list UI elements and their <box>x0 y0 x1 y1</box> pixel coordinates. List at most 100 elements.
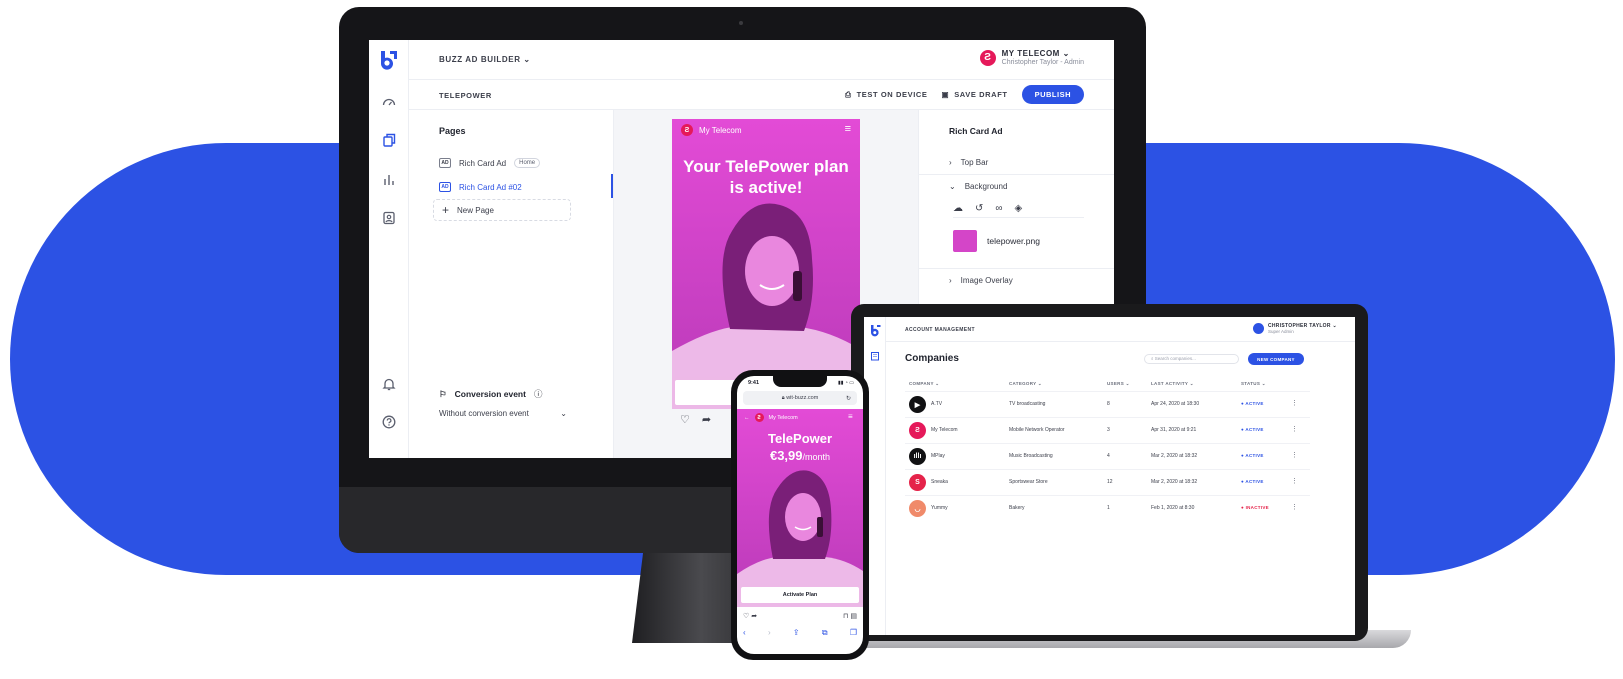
cell-users: 12 <box>1107 479 1113 485</box>
company-logo-icon: ◡ <box>909 500 926 517</box>
bell-icon[interactable] <box>381 376 397 392</box>
new-company-button[interactable]: NEW COMPANY <box>1248 353 1304 365</box>
more-options-icon[interactable]: ⋮ <box>1291 399 1298 407</box>
back-arrow-icon[interactable]: ← <box>744 415 750 421</box>
tabs-icon[interactable]: ❐ <box>850 628 857 638</box>
lock-icon: 🔒︎ <box>781 394 785 401</box>
cell-company: A.TV <box>931 401 943 407</box>
page-item-02[interactable]: AD Rich Card Ad #02 <box>439 182 522 192</box>
camera-dot <box>739 21 743 25</box>
buzz-logo-icon <box>380 51 397 70</box>
file-name: telepower.png <box>987 236 1040 246</box>
telecom-logo-icon: Ƨ <box>681 124 693 136</box>
share-icon[interactable]: ⇪ <box>793 628 800 638</box>
column-header-company[interactable]: COMPANY ⌄ <box>909 381 939 387</box>
column-header-last-activity[interactable]: LAST ACTIVITY ⌄ <box>1151 381 1194 387</box>
forward-icon[interactable]: › <box>768 628 771 638</box>
chevron-down-icon: ⌄ <box>1062 49 1070 58</box>
pages-heading: Pages <box>439 126 466 136</box>
dashboard-gauge-icon[interactable] <box>381 94 397 110</box>
more-options-icon[interactable]: ⋮ <box>1291 477 1298 485</box>
cell-last-activity: Apr 31, 2020 at 9:21 <box>1151 427 1197 433</box>
analytics-bars-icon[interactable] <box>381 172 397 188</box>
project-name: TELEPOWER <box>439 91 492 100</box>
heart-icon[interactable]: ♡ <box>680 413 690 426</box>
cell-company: MPlay <box>931 453 945 459</box>
save-icon: ▣ <box>941 90 950 99</box>
active-page-marker <box>611 174 613 198</box>
top-bar: BUZZ AD BUILDER ⌄ Ƨ MY TELECOM ⌄ Christo… <box>409 40 1114 80</box>
contacts-card-icon[interactable] <box>381 210 397 226</box>
product-showcase: BUZZ AD BUILDER ⌄ Ƨ MY TELECOM ⌄ Christo… <box>0 0 1623 679</box>
plus-icon: + <box>442 203 450 217</box>
reload-icon[interactable]: ↻ <box>846 395 851 402</box>
background-source-tabs: ☁ ↺ ∞ ◈ <box>953 203 1022 214</box>
divider <box>919 174 1114 175</box>
more-options-icon[interactable]: ⋮ <box>1291 503 1298 511</box>
upload-cloud-icon[interactable]: ☁ <box>953 203 963 214</box>
account-menu[interactable]: CHRISTOPHER TAYLOR ⌄ Super Admin <box>1252 323 1337 334</box>
ad-social-icons: ♡ ➦ <box>680 413 711 426</box>
fill-bucket-icon[interactable]: ◈ <box>1015 203 1023 214</box>
back-icon[interactable]: ‹ <box>743 628 746 638</box>
cell-category: Mobile Network Operator <box>1009 427 1065 433</box>
column-header-status[interactable]: STATUS ⌄ <box>1241 381 1266 387</box>
ad-page-icon: AD <box>439 158 451 168</box>
building-icon[interactable] <box>870 351 880 361</box>
phone-notch <box>773 376 827 387</box>
chevron-down-icon: ⌄ <box>523 55 531 64</box>
cell-company: Yummy <box>931 505 948 511</box>
app-switcher[interactable]: BUZZ AD BUILDER ⌄ <box>439 55 531 64</box>
cell-status: ● ACTIVE <box>1241 427 1264 432</box>
bookmarks-icon[interactable]: ⧉ <box>822 628 828 638</box>
column-header-users[interactable]: USERS ⌄ <box>1107 381 1130 387</box>
link-icon[interactable]: ∞ <box>995 203 1002 214</box>
table-row[interactable]: ıllı MPlay Music Broadcasting 4 Mar 2, 2020 … <box>905 443 1310 468</box>
chevron-right-icon: › <box>949 276 952 285</box>
activate-plan-button[interactable]: Activate Plan <box>741 587 859 603</box>
table-row[interactable]: ◡ Yummy Bakery 1 Feb 1, 2020 at 8:30 ● INACTI… <box>905 495 1310 520</box>
table-row[interactable]: Ƨ My Telecom Mobile Network Operator 3 Apr 3… <box>905 417 1310 442</box>
top-bar-section[interactable]: › Top Bar <box>949 158 988 167</box>
app-title: ACCOUNT MANAGEMENT <box>905 327 975 333</box>
heart-share-icon[interactable]: ♡ ➦ <box>743 612 757 620</box>
publish-button[interactable]: PUBLISH <box>1021 85 1084 104</box>
address-bar[interactable]: 🔒︎ wit-buzz.com ↻ <box>743 391 857 405</box>
pages-copy-icon[interactable] <box>381 132 397 148</box>
new-page-button[interactable]: + New Page <box>433 199 571 221</box>
home-tag: Home <box>514 158 541 168</box>
table-row[interactable]: S Sneaka Sportswear Store 12 Mar 2, 2020 at … <box>905 469 1310 494</box>
avatar <box>1252 323 1264 334</box>
flag-icon: ⚐ <box>439 388 447 399</box>
cell-users: 3 <box>1107 427 1110 433</box>
save-draft-button[interactable]: ▣ SAVE DRAFT <box>942 90 1008 99</box>
telecom-logo-icon: Ƨ <box>754 413 764 422</box>
history-icon[interactable]: ↺ <box>975 203 983 214</box>
cell-category: Music Broadcasting <box>1009 453 1053 459</box>
ad-headline: Your TelePower plan is active! <box>683 157 849 197</box>
background-file[interactable]: telepower.png <box>953 230 1040 252</box>
image-thumbnail <box>953 230 977 252</box>
help-icon[interactable] <box>381 414 397 430</box>
more-options-icon[interactable]: ⋮ <box>1291 451 1298 459</box>
page-item-home[interactable]: AD Rich Card Ad Home <box>439 158 541 168</box>
chevron-down-icon: ⌄ <box>1332 323 1337 329</box>
image-overlay-section[interactable]: › Image Overlay <box>949 276 1013 285</box>
menu-icon: ≡ <box>844 123 851 135</box>
company-logo-icon: Ƨ <box>909 422 926 439</box>
background-section[interactable]: ⌄ Background <box>949 182 1007 191</box>
bookmark-icon[interactable]: ⊓ ▤ <box>843 612 857 620</box>
share-icon[interactable]: ➦ <box>702 413 711 426</box>
menu-icon[interactable]: ≡ <box>848 412 853 421</box>
ad-page-icon: AD <box>439 182 451 192</box>
account-menu[interactable]: Ƨ MY TELECOM ⌄ Christopher Taylor - Admi… <box>979 49 1084 66</box>
cell-status: ● ACTIVE <box>1241 479 1264 484</box>
account-role: Christopher Taylor - Admin <box>1001 59 1084 66</box>
test-on-device-button[interactable]: ⎙ TEST ON DEVICE <box>845 90 928 100</box>
conversion-select[interactable]: Without conversion event ⌄ <box>439 409 567 418</box>
column-header-category[interactable]: CATEGORY ⌄ <box>1009 381 1042 387</box>
table-row[interactable]: ▶ A.TV TV broadcasting 8 Apr 24, 2020 at 18:… <box>905 391 1310 416</box>
more-options-icon[interactable]: ⋮ <box>1291 425 1298 433</box>
search-input[interactable]: ⌕ Search companies... <box>1144 354 1239 364</box>
cell-company: My Telecom <box>931 427 958 433</box>
